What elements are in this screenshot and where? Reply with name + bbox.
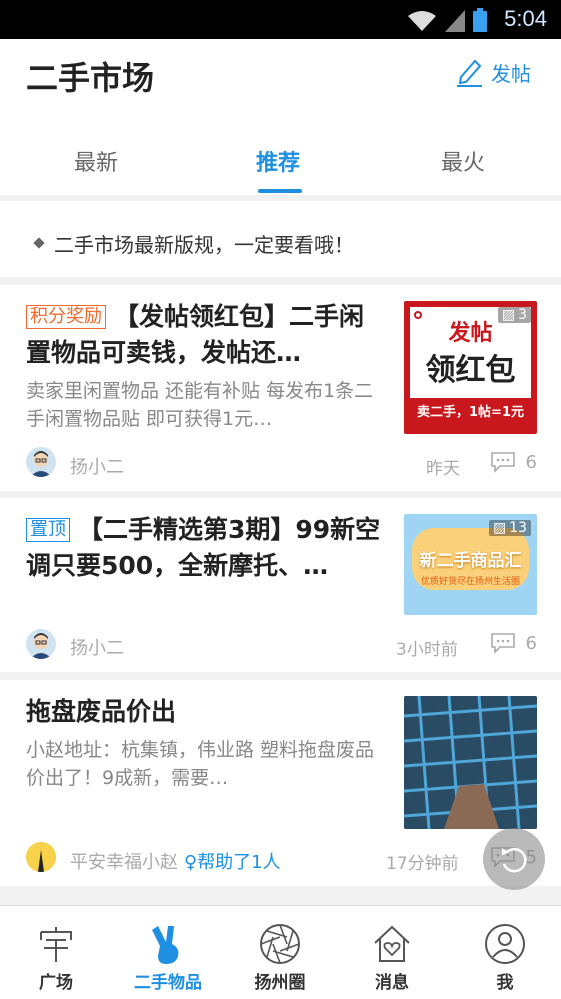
post-summary: 卖家里闲置物品 还能有补贴 每发布1条二手闲置物品贴 即可获得1元… [26,380,374,430]
post-thumbnail[interactable] [404,696,537,829]
avatar-photo [26,842,56,872]
nav-secondhand[interactable]: 二手物品 [112,920,224,993]
author-name[interactable]: 平安幸福小赵 ♀帮助了1人 [70,848,281,874]
post-card[interactable]: 置顶 【二手精选第3期】99新空调只要500，全新摩托、… 新二手商品汇 优质好货… [0,498,561,672]
nav-messages-label: 消息 [375,973,409,993]
helped-text: 帮助了1人 [197,852,281,873]
author-name[interactable]: 扬小二 [70,634,124,660]
post-card[interactable]: 拖盘废品价出 小赵地址：杭集镇，伟业路 塑料拖盘废品价出了！9成新，需要… 平安… [0,680,561,886]
nav-secondhand-label: 二手物品 [134,973,202,993]
active-tab-indicator [258,189,302,193]
pinned-tag: 置顶 [26,518,70,542]
pallet-photo [404,696,537,829]
comment-count-value: 6 [525,632,537,654]
avatar-face-icon [30,633,52,659]
nav-yangzhou-circle[interactable]: 扬州圈 [224,920,336,993]
thumbnail-text-2: 优质好货尽在扬州生活圈 [420,577,520,587]
post-title-text: 拖盘废品价出 [26,697,177,726]
page-title: 二手市场 [26,59,155,97]
tab-bar: 最新 推荐 最火 [0,139,561,195]
avatar[interactable] [26,629,56,659]
avatar-face-icon [30,451,52,477]
image-count-badge: ▨ 13 [488,520,531,536]
status-bar: 5:04 [0,0,561,39]
post-title-text: 【二手精选第3期】99新空调只要500，全新摩托、… [26,515,381,580]
nav-messages[interactable]: 消息 [336,920,448,993]
square-icon [40,927,72,962]
post-thumbnail[interactable]: 新二手商品汇 优质好货尽在扬州生活圈 ▨ 13 [404,514,537,615]
victory-hand-icon [152,926,179,964]
user-icon [485,924,525,964]
pencil-icon [457,59,482,87]
thumbnail-text-1: 新二手商品汇 [419,551,522,571]
clock: 5:04 [504,6,547,31]
refresh-button[interactable] [483,828,545,890]
image-count: 13 [509,520,527,536]
post-button-label: 发帖 [491,61,531,86]
comment-count-value: 6 [525,451,537,473]
house-heart-icon [374,925,410,962]
rules-notice[interactable]: 二手市场最新版规，一定要看哦！ [0,201,561,277]
signal-icon [445,10,465,32]
post-title: 置顶 【二手精选第3期】99新空调只要500，全新摩托、… [26,512,386,584]
author-name-text: 平安幸福小赵 [70,852,178,873]
post-time: 昨天 [426,459,460,479]
comment-count[interactable]: 6 [490,632,537,654]
comment-icon [490,452,515,473]
post-title: 积分奖励 【发帖领红包】二手闲置物品可卖钱，发帖还… [26,299,386,371]
bullet-icon [33,237,45,249]
refresh-icon [502,847,527,873]
header: 二手市场 发帖 最新 推荐 最火 [0,39,561,195]
bulb-icon: ♀ [184,852,198,873]
status-icons [407,8,487,32]
post-time: 3小时前 [396,640,458,660]
reward-tag: 积分奖励 [26,305,106,329]
image-icon: ▨ [501,307,516,323]
nav-plaza-label: 广场 [39,973,73,993]
bottom-nav: 广场 二手物品 扬州圈 消息 我 [0,905,561,999]
image-count: 3 [518,307,527,323]
avatar[interactable] [26,842,56,872]
thumbnail-text-3: 卖二手，1帖=1元 [410,398,531,428]
post-card[interactable]: 积分奖励 【发帖领红包】二手闲置物品可卖钱，发帖还… 卖家里闲置物品 还能有补贴 … [0,285,561,491]
nav-me[interactable]: 我 [449,920,561,993]
thumbnail-text-2: 领红包 [425,353,516,388]
nav-yangzhou-circle-label: 扬州圈 [254,973,306,993]
tab-latest[interactable]: 最新 [74,145,118,177]
nav-plaza[interactable]: 广场 [0,920,112,993]
avatar[interactable] [26,447,56,477]
image-count-badge: ▨ 3 [497,307,531,323]
post-thumbnail[interactable]: 发帖 领红包 卖二手，1帖=1元 ▨ 3 [404,301,537,434]
post-title: 拖盘废品价出 [26,694,386,730]
wifi-icon [408,11,436,31]
author-name[interactable]: 扬小二 [70,453,124,479]
helped-badge: ♀帮助了1人 [184,852,281,873]
post-time: 17分钟前 [386,854,459,874]
post-summary: 小赵地址：杭集镇，伟业路 塑料拖盘废品价出了！9成新，需要… [26,739,375,789]
post-button[interactable]: 发帖 [455,57,531,87]
battery-icon [473,8,487,32]
tab-recommended[interactable]: 推荐 [256,145,300,177]
nav-me-label: 我 [496,973,514,993]
comment-icon [490,633,515,654]
aperture-icon [260,924,300,964]
image-icon: ▨ [492,520,507,536]
notice-text: 二手市场最新版规，一定要看哦！ [54,233,354,257]
tab-hottest[interactable]: 最火 [441,145,485,177]
comment-count[interactable]: 6 [490,451,537,473]
